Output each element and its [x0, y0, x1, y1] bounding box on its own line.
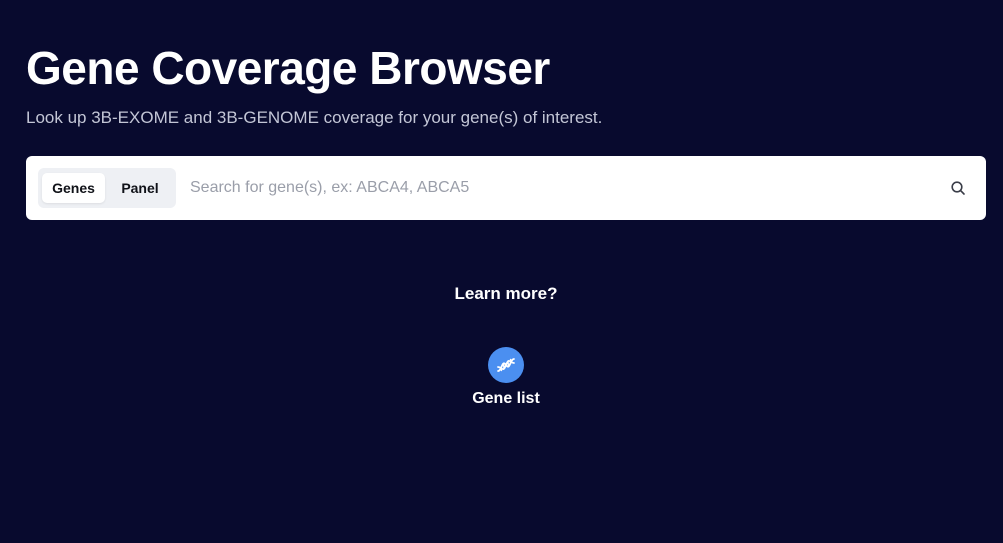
search-icon[interactable] — [950, 180, 966, 196]
learn-more-heading: Learn more? — [454, 284, 558, 303]
search-mode-toggle: Genes Panel — [38, 168, 176, 208]
gene-list-link[interactable]: Gene list — [456, 347, 556, 411]
search-input[interactable] — [190, 168, 930, 208]
page-subtitle: Look up 3B-EXOME and 3B-GENOME coverage … — [26, 108, 603, 127]
search-bar: Genes Panel — [26, 156, 986, 220]
gene-list-label: Gene list — [472, 390, 540, 407]
toggle-panel[interactable]: Panel — [110, 173, 170, 203]
toggle-genes[interactable]: Genes — [42, 173, 105, 203]
dna-icon — [488, 347, 524, 383]
page-title: Gene Coverage Browser — [26, 42, 550, 94]
